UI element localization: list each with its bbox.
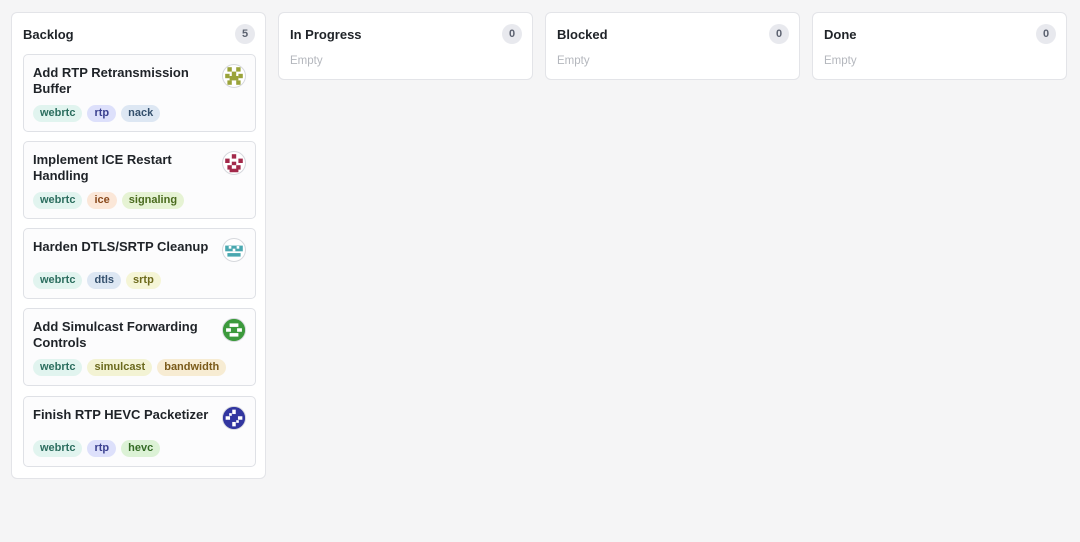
tag-list: webrtc dtls srtp [33,272,161,289]
column-header: Backlog 5 [12,13,265,55]
task-card[interactable]: Finish RTP HEVC Packetizer webrtc rtp he… [23,396,256,467]
card-title: Implement ICE Restart Handling [33,152,172,183]
assignee-avatar-icon [222,406,246,430]
column-done: Done 0 Empty [812,12,1067,80]
column-header: Blocked 0 [546,13,799,55]
empty-placeholder: Empty [557,55,590,67]
tag-rtp[interactable]: rtp [87,105,117,122]
tag-webrtc[interactable]: webrtc [33,272,83,289]
column-count-badge: 0 [769,24,789,44]
tag-webrtc[interactable]: webrtc [33,359,83,376]
tag-nack[interactable]: nack [121,105,161,122]
task-card[interactable]: Add RTP Retransmission Buffer webrtc rtp… [23,54,256,132]
column-title: Done [824,26,857,42]
card-title: Harden DTLS/SRTP Cleanup [33,239,209,254]
kanban-board: Backlog 5 Add RTP Retransmission Buffer … [0,0,1080,542]
tag-hevc[interactable]: hevc [121,440,161,457]
column-title: Blocked [557,26,608,42]
tag-signaling[interactable]: signaling [121,192,185,209]
tag-list: webrtc rtp hevc [33,440,161,457]
card-title: Add RTP Retransmission Buffer [33,65,189,96]
card-title: Add Simulcast Forwarding Controls [33,319,198,350]
column-backlog: Backlog 5 Add RTP Retransmission Buffer … [11,12,266,479]
column-header: Done 0 [813,13,1066,55]
column-in-progress: In Progress 0 Empty [278,12,533,80]
tag-ice[interactable]: ice [87,192,117,209]
column-header: In Progress 0 [279,13,532,55]
tag-list: webrtc simulcast bandwidth [33,359,227,376]
tag-list: webrtc ice signaling [33,192,185,209]
tag-srtp[interactable]: srtp [126,272,161,289]
tag-webrtc[interactable]: webrtc [33,105,83,122]
column-title: In Progress [290,26,362,42]
card-title: Finish RTP HEVC Packetizer [33,407,209,422]
assignee-avatar-icon [222,64,246,88]
task-card[interactable]: Harden DTLS/SRTP Cleanup webrtc dtls srt… [23,228,256,299]
assignee-avatar-icon [222,238,246,262]
tag-rtp[interactable]: rtp [87,440,117,457]
task-card[interactable]: Implement ICE Restart Handling webrtc ic… [23,141,256,219]
column-count-badge: 5 [235,24,255,44]
column-count-badge: 0 [502,24,522,44]
tag-dtls[interactable]: dtls [87,272,122,289]
empty-placeholder: Empty [824,55,857,67]
column-count-badge: 0 [1036,24,1056,44]
assignee-avatar-icon [222,318,246,342]
tag-simulcast[interactable]: simulcast [87,359,153,376]
tag-webrtc[interactable]: webrtc [33,192,83,209]
tag-bandwidth[interactable]: bandwidth [157,359,227,376]
empty-placeholder: Empty [290,55,323,67]
column-title: Backlog [23,26,74,42]
tag-webrtc[interactable]: webrtc [33,440,83,457]
assignee-avatar-icon [222,151,246,175]
task-card[interactable]: Add Simulcast Forwarding Controls webrtc… [23,308,256,386]
column-blocked: Blocked 0 Empty [545,12,800,80]
tag-list: webrtc rtp nack [33,105,161,122]
